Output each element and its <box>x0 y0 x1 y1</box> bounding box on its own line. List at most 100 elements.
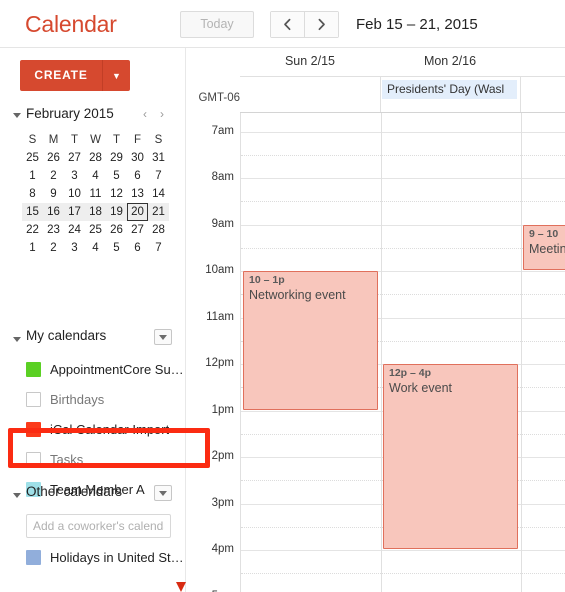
mini-calendar-prev-button[interactable]: ‹ <box>143 107 147 121</box>
mini-calendar-day[interactable]: 26 <box>106 221 127 239</box>
time-grid-scroll[interactable]: 7am8am9am10am11am12pm1pm2pm3pm4pm5pm 10 … <box>186 113 565 592</box>
mini-calendar-day[interactable]: 1 <box>22 167 43 185</box>
my-calendar-item-label: Birthdays <box>50 391 105 407</box>
calendar-event[interactable]: 10 – 1p Networking event <box>243 271 378 410</box>
mini-calendar-day[interactable]: 11 <box>85 185 106 203</box>
mini-calendar-day[interactable]: 25 <box>22 149 43 167</box>
mini-calendar-day-today[interactable]: 20 <box>127 203 148 221</box>
mini-calendar-day[interactable]: 31 <box>148 149 169 167</box>
day-header[interactable]: Sun 2/15 <box>240 54 380 68</box>
time-label: 2pm <box>211 450 234 463</box>
calendar-color-swatch[interactable] <box>26 392 41 407</box>
mini-calendar-day[interactable]: 5 <box>106 239 127 257</box>
timezone-label: GMT-06 <box>198 92 240 104</box>
mini-calendar-day[interactable]: 4 <box>85 239 106 257</box>
my-calendars-options-button[interactable] <box>154 329 172 345</box>
other-calendars-section: Other calendars Holidays in United St… <box>0 484 186 565</box>
other-calendars-options-button[interactable] <box>154 485 172 501</box>
my-calendar-item[interactable]: Tasks <box>0 444 186 474</box>
mini-calendar-day[interactable]: 18 <box>85 203 106 221</box>
half-hour-gridline <box>241 201 565 203</box>
mini-calendar-day[interactable]: 30 <box>127 149 148 167</box>
mini-calendar-day[interactable]: 10 <box>64 185 85 203</box>
mini-calendar-day[interactable]: 4 <box>85 167 106 185</box>
mini-calendar-day[interactable]: 27 <box>127 221 148 239</box>
mini-calendar-day[interactable]: 28 <box>148 221 169 239</box>
today-button[interactable]: Today <box>180 11 254 38</box>
date-range-title: Feb 15 – 21, 2015 <box>356 16 478 33</box>
calendar-color-swatch[interactable] <box>26 452 41 467</box>
next-week-button[interactable] <box>304 12 338 37</box>
mini-calendar-day[interactable]: 29 <box>106 149 127 167</box>
mini-calendar-day[interactable]: 17 <box>64 203 85 221</box>
hour-gridline <box>241 550 565 552</box>
mini-calendar-day[interactable]: 6 <box>127 239 148 257</box>
mini-calendar-day[interactable]: 2 <box>43 239 64 257</box>
day-header-row: Sun 2/15Mon 2/16T <box>186 48 565 76</box>
time-label: 10am <box>205 264 234 277</box>
other-calendar-item[interactable]: Holidays in United St… <box>0 542 186 572</box>
calendar-event-title: Networking event <box>249 288 346 303</box>
mini-calendar-next-button[interactable]: › <box>160 107 164 121</box>
time-label: 7am <box>211 124 234 137</box>
add-coworker-calendar-input[interactable] <box>26 514 171 538</box>
mini-calendar-day[interactable]: 23 <box>43 221 64 239</box>
app-brand-title: Calendar <box>25 11 117 37</box>
collapse-caret-icon[interactable] <box>13 337 21 342</box>
all-day-event[interactable]: Presidents' Day (Wasl <box>382 80 517 99</box>
my-calendar-item[interactable]: AppointmentCore Su… <box>0 354 186 384</box>
calendar-event[interactable]: 12p – 4p Work event <box>383 364 518 550</box>
mini-calendar-day[interactable]: 13 <box>127 185 148 203</box>
mini-calendar-day[interactable]: 15 <box>22 203 43 221</box>
mini-calendar-day[interactable]: 1 <box>22 239 43 257</box>
mini-calendar-day[interactable]: 28 <box>85 149 106 167</box>
create-button[interactable]: CREATE ▼ <box>20 60 130 91</box>
calendar-color-swatch[interactable] <box>26 362 41 377</box>
calendar-color-swatch[interactable] <box>26 422 41 437</box>
mini-calendar-day[interactable]: 22 <box>22 221 43 239</box>
mini-calendar-day[interactable]: 16 <box>43 203 64 221</box>
mini-calendar-day[interactable]: 12 <box>106 185 127 203</box>
mini-calendar-day[interactable]: 8 <box>22 185 43 203</box>
mini-calendar-day[interactable]: 6 <box>127 167 148 185</box>
time-label: 9am <box>211 217 234 230</box>
other-calendar-item-label: Holidays in United St… <box>50 549 184 565</box>
create-dropdown-arrow-icon[interactable]: ▼ <box>102 60 130 91</box>
mini-calendar-day[interactable]: 14 <box>148 185 169 203</box>
day-columns[interactable]: 10 – 1p Networking event 12p – 4p Work even… <box>240 113 565 592</box>
mini-calendar-day[interactable]: 26 <box>43 149 64 167</box>
mini-calendar-day[interactable]: 21 <box>148 203 169 221</box>
time-label: 8am <box>211 171 234 184</box>
mini-calendar-day[interactable]: 3 <box>64 239 85 257</box>
chevron-down-icon <box>159 334 167 340</box>
mini-calendar-day[interactable]: 25 <box>85 221 106 239</box>
my-calendar-item[interactable]: Birthdays <box>0 384 186 414</box>
mini-calendar-day[interactable]: 2 <box>43 167 64 185</box>
calendar-color-swatch[interactable] <box>26 550 41 565</box>
calendar-event-time: 12p – 4p <box>389 367 432 380</box>
mini-calendar-day[interactable]: 7 <box>148 239 169 257</box>
mini-calendar-day[interactable]: 7 <box>148 167 169 185</box>
mini-calendar-day[interactable]: 3 <box>64 167 85 185</box>
prev-week-button[interactable] <box>271 12 305 37</box>
mini-calendar-day[interactable]: 24 <box>64 221 85 239</box>
my-calendar-item-label: iCal Calendar Import <box>50 421 170 437</box>
mini-calendar-week-row: 22 23 24 25 26 27 28 <box>22 221 169 239</box>
top-bar: Calendar Today Feb 15 – 21, 2015 <box>0 0 565 48</box>
mini-calendar-day[interactable]: 27 <box>64 149 85 167</box>
mini-calendar-day[interactable]: 19 <box>106 203 127 221</box>
time-label: 12pm <box>205 357 234 370</box>
collapse-caret-icon[interactable] <box>13 493 21 498</box>
day-header[interactable]: Mon 2/16 <box>380 54 520 68</box>
calendar-event[interactable]: 9 – 10 Meetin <box>523 224 565 271</box>
time-label: 11am <box>206 310 234 323</box>
day-header[interactable]: T <box>520 54 565 68</box>
mini-calendar-day[interactable]: 5 <box>106 167 127 185</box>
mini-calendar-weekday: S <box>154 134 163 146</box>
mini-calendar-weekday-row: SMTWTFS <box>22 131 169 149</box>
mini-calendar-day[interactable]: 9 <box>43 185 64 203</box>
my-calendar-item[interactable]: iCal Calendar Import <box>0 414 186 444</box>
calendar-event-time: 10 – 1p <box>249 274 285 287</box>
my-calendars-section: My calendars AppointmentCore Su… Birthday… <box>0 328 186 504</box>
collapse-caret-icon[interactable] <box>13 113 21 118</box>
